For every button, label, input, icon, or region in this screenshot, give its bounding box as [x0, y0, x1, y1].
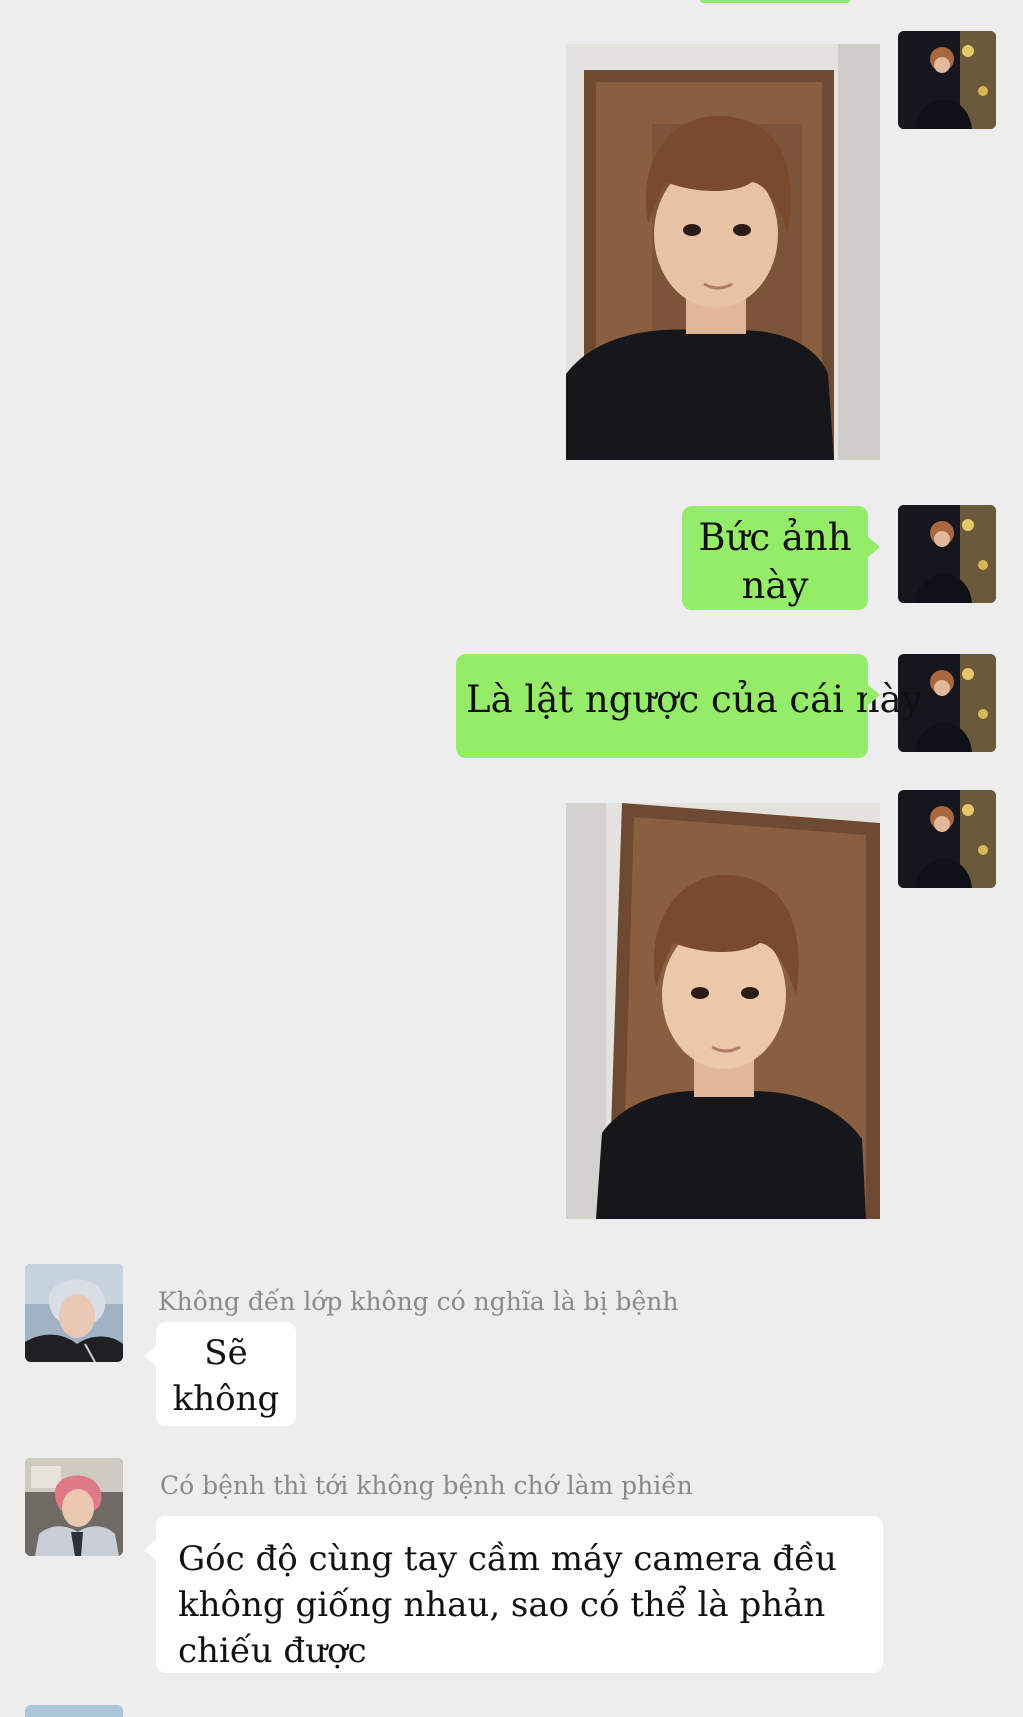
contact-avatar[interactable]: [25, 1264, 123, 1362]
sender-name: Có bệnh thì tới không bệnh chớ làm phiền: [160, 1471, 693, 1500]
message-text: Bức ảnh này: [698, 516, 852, 607]
sent-photo-message[interactable]: [566, 44, 880, 460]
received-text-bubble[interactable]: Góc độ cùng tay cầm máy camera đều không…: [144, 1516, 883, 1673]
avatar-image-icon: [898, 505, 996, 603]
selfie-photo-image: [566, 803, 880, 1219]
avatar-image-icon: [25, 1458, 123, 1556]
selfie-photo-image: [566, 44, 880, 460]
avatar-image-icon: [898, 790, 996, 888]
message-text: Sẽ không: [172, 1333, 280, 1419]
my-avatar[interactable]: [898, 31, 996, 129]
sender-name: Không đến lớp không có nghĩa là bị bệnh: [158, 1287, 679, 1316]
message-text: Góc độ cùng tay cầm máy camera đều không…: [178, 1539, 837, 1671]
avatar-image-icon: [898, 31, 996, 129]
avatar-image-icon: [25, 1264, 123, 1362]
sent-text-bubble[interactable]: Bức ảnh này: [682, 506, 880, 610]
my-avatar[interactable]: [898, 790, 996, 888]
sent-photo-message[interactable]: [566, 803, 880, 1219]
sent-text-bubble[interactable]: Là lật ngược của cái này: [456, 654, 923, 758]
contact-avatar[interactable]: [25, 1458, 123, 1556]
received-text-bubble[interactable]: Sẽ không: [144, 1322, 296, 1426]
previous-message-bubble-edge: [700, 0, 850, 3]
message-text: Là lật ngược của cái này: [466, 678, 923, 721]
my-avatar[interactable]: [898, 505, 996, 603]
contact-avatar[interactable]: [25, 1705, 123, 1717]
